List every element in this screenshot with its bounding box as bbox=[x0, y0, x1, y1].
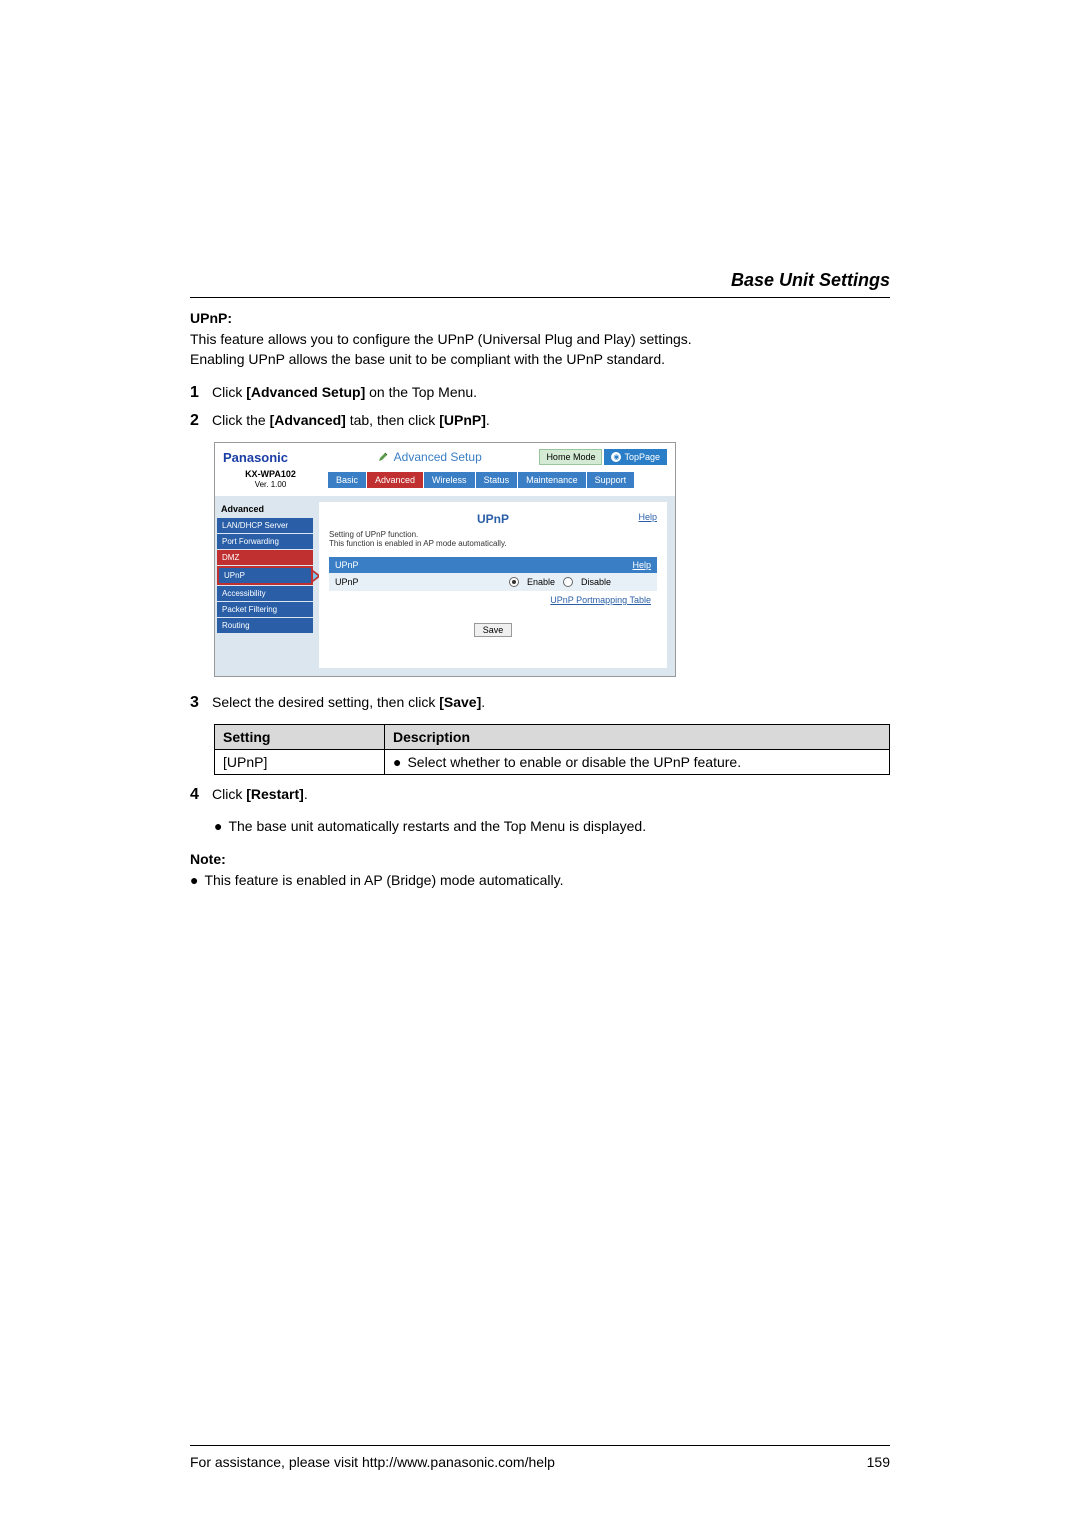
page-content: Base Unit Settings UPnP: This feature al… bbox=[0, 0, 1080, 950]
panel-header: UPnP Help bbox=[329, 557, 657, 573]
tab-support[interactable]: Support bbox=[587, 472, 635, 488]
td-setting: [UPnP] bbox=[215, 750, 385, 775]
sidebar: Advanced LAN/DHCP Server Port Forwarding… bbox=[215, 496, 315, 676]
panel-head-label: UPnP bbox=[335, 560, 359, 570]
tab-status[interactable]: Status bbox=[476, 472, 518, 488]
top-page-badge[interactable]: ◉ TopPage bbox=[604, 449, 667, 465]
tab-maintenance[interactable]: Maintenance bbox=[518, 472, 586, 488]
bullet-icon: ● bbox=[214, 817, 222, 837]
ss-title: Advanced Setup bbox=[318, 450, 539, 464]
table-row: [UPnP] ●Select whether to enable or disa… bbox=[215, 750, 890, 775]
table-row: Setting Description bbox=[215, 725, 890, 750]
intro-paragraph: This feature allows you to configure the… bbox=[190, 330, 890, 369]
step-list-continued: 3 Select the desired setting, then click… bbox=[190, 693, 890, 713]
portmapping-link[interactable]: UPnP Portmapping Table bbox=[550, 595, 651, 605]
sidebar-item-upnp[interactable]: UPnP bbox=[217, 566, 313, 585]
step-text: Click [Restart]. bbox=[212, 785, 890, 805]
sidebar-item-lan-dhcp[interactable]: LAN/DHCP Server bbox=[217, 518, 313, 533]
th-setting: Setting bbox=[215, 725, 385, 750]
page-number: 159 bbox=[867, 1454, 890, 1470]
step-1: 1 Click [Advanced Setup] on the Top Menu… bbox=[190, 383, 890, 403]
note-block: Note: ● This feature is enabled in AP (B… bbox=[190, 851, 890, 891]
page-footer: For assistance, please visit http://www.… bbox=[190, 1445, 890, 1470]
th-description: Description bbox=[385, 725, 890, 750]
row-label: UPnP bbox=[335, 577, 359, 587]
step-list-continued-2: 4 Click [Restart]. bbox=[190, 785, 890, 805]
main-desc: Setting of UPnP function. This function … bbox=[329, 530, 657, 549]
pencil-icon bbox=[376, 450, 390, 464]
ss-header: Panasonic Advanced Setup Home Mode ◉ Top… bbox=[215, 443, 675, 469]
note-bullets: ● This feature is enabled in AP (Bridge)… bbox=[190, 871, 890, 891]
section-title: Base Unit Settings bbox=[190, 270, 890, 291]
help-link[interactable]: Help bbox=[638, 512, 657, 522]
save-button[interactable]: Save bbox=[474, 623, 513, 637]
step-number: 2 bbox=[190, 412, 212, 430]
brand-logo: Panasonic bbox=[223, 450, 318, 465]
main-title: UPnP bbox=[329, 512, 657, 526]
intro-line-1: This feature allows you to configure the… bbox=[190, 331, 692, 347]
step-number: 4 bbox=[190, 786, 212, 804]
panel-row: UPnP Enable Disable bbox=[329, 573, 657, 591]
step-4: 4 Click [Restart]. bbox=[190, 785, 890, 805]
step-text: Select the desired setting, then click [… bbox=[212, 693, 890, 713]
disable-label: Disable bbox=[581, 577, 611, 587]
tab-bar: Basic Advanced Wireless Status Maintenan… bbox=[328, 472, 634, 488]
main-panel: Help UPnP Setting of UPnP function. This… bbox=[319, 502, 667, 668]
step-2: 2 Click the [Advanced] tab, then click [… bbox=[190, 411, 890, 431]
bullet-text: The base unit automatically restarts and… bbox=[228, 817, 646, 837]
step-text: Click the [Advanced] tab, then click [UP… bbox=[212, 411, 890, 431]
bullet-icon: ● bbox=[393, 754, 401, 770]
sidebar-item-packet-filtering[interactable]: Packet Filtering bbox=[217, 602, 313, 617]
radio-disable[interactable] bbox=[563, 577, 573, 587]
note-item: ● This feature is enabled in AP (Bridge)… bbox=[190, 871, 890, 891]
embedded-screenshot: Panasonic Advanced Setup Home Mode ◉ Top… bbox=[214, 442, 676, 676]
sidebar-item-dmz[interactable]: DMZ bbox=[217, 550, 313, 565]
sidebar-title: Advanced bbox=[217, 500, 313, 518]
intro-line-2: Enabling UPnP allows the base unit to be… bbox=[190, 351, 665, 367]
upnp-heading: UPnP: bbox=[190, 310, 890, 326]
tab-basic[interactable]: Basic bbox=[328, 472, 366, 488]
step-list: 1 Click [Advanced Setup] on the Top Menu… bbox=[190, 383, 890, 430]
enable-label: Enable bbox=[527, 577, 555, 587]
title-underline bbox=[190, 297, 890, 298]
ss-row-2: KX-WPA102 Ver. 1.00 Basic Advanced Wirel… bbox=[215, 469, 675, 495]
settings-table: Setting Description [UPnP] ●Select wheth… bbox=[214, 724, 890, 775]
sidebar-item-port-forwarding[interactable]: Port Forwarding bbox=[217, 534, 313, 549]
save-row: Save bbox=[329, 623, 657, 637]
panel-help-link[interactable]: Help bbox=[632, 560, 651, 570]
home-mode-badge[interactable]: Home Mode bbox=[539, 449, 602, 465]
footer-text: For assistance, please visit http://www.… bbox=[190, 1454, 555, 1470]
tab-advanced[interactable]: Advanced bbox=[367, 472, 423, 488]
sidebar-item-accessibility[interactable]: Accessibility bbox=[217, 586, 313, 601]
radio-group: Enable Disable bbox=[509, 577, 651, 587]
ss-body: Advanced LAN/DHCP Server Port Forwarding… bbox=[215, 496, 675, 676]
tab-wireless[interactable]: Wireless bbox=[424, 472, 475, 488]
td-description: ●Select whether to enable or disable the… bbox=[385, 750, 890, 775]
bullet-icon: ● bbox=[190, 871, 198, 891]
radio-enable[interactable] bbox=[509, 577, 519, 587]
step-3: 3 Select the desired setting, then click… bbox=[190, 693, 890, 713]
step-number: 1 bbox=[190, 384, 212, 402]
model-info: KX-WPA102 Ver. 1.00 bbox=[223, 469, 318, 489]
note-text: This feature is enabled in AP (Bridge) m… bbox=[204, 871, 563, 891]
circle-icon: ◉ bbox=[611, 452, 621, 462]
sidebar-item-routing[interactable]: Routing bbox=[217, 618, 313, 633]
chevron-inner-icon bbox=[313, 572, 318, 580]
portmap-row: UPnP Portmapping Table bbox=[329, 591, 657, 605]
ss-badges: Home Mode ◉ TopPage bbox=[539, 449, 667, 465]
step-4-bullet: ● The base unit automatically restarts a… bbox=[214, 817, 890, 837]
step-text: Click [Advanced Setup] on the Top Menu. bbox=[212, 383, 890, 403]
note-label: Note: bbox=[190, 851, 890, 867]
step-number: 3 bbox=[190, 694, 212, 712]
